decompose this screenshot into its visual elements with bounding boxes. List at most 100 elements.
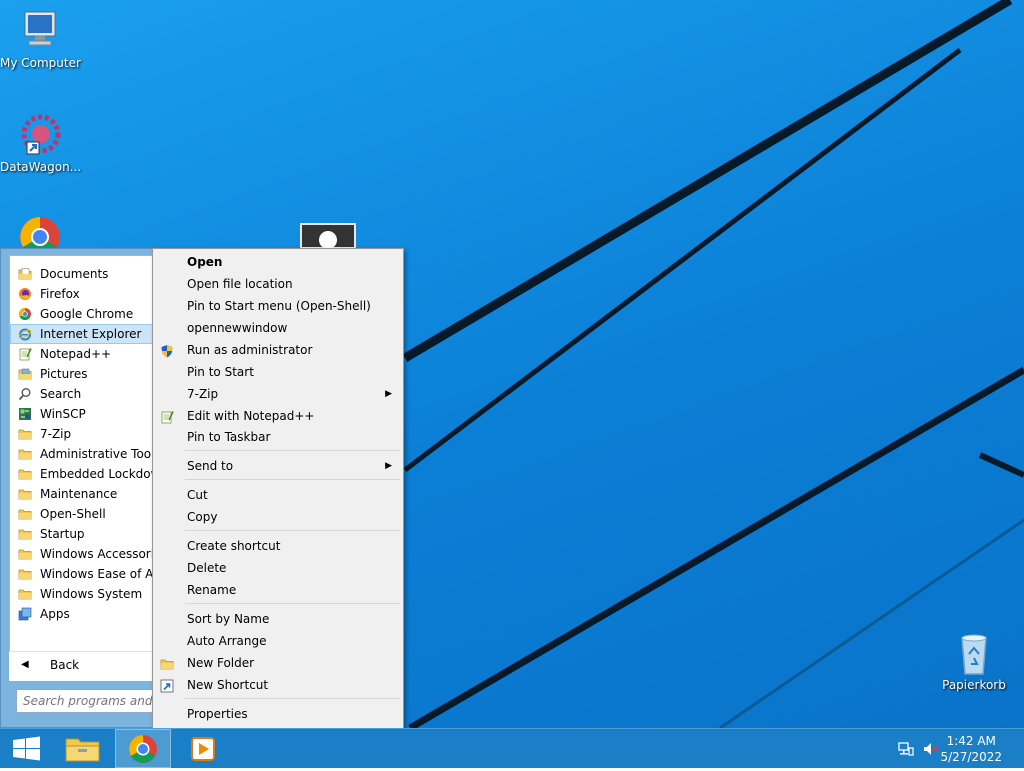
start-menu-item[interactable]: Firefox [10,284,154,304]
context-menu-item-label: Auto Arrange [187,634,267,648]
back-button[interactable]: ◀ Back [9,651,155,681]
context-menu-item-label: Open file location [187,277,293,291]
context-menu-item-label: Create shortcut [187,539,281,553]
start-menu-item-label: Embedded Lockdown [40,467,154,481]
start-menu-item[interactable]: Administrative Tools [10,444,154,464]
file-explorer-button[interactable] [56,729,110,768]
context-menu-item-label: New Folder [187,656,255,670]
context-menu-item-edit-with-notepad[interactable]: Edit with Notepad++ [156,405,400,427]
folder-icon [18,527,32,541]
back-label: Back [50,658,80,672]
context-menu-item-open-file-location[interactable]: Open file location [156,273,400,295]
context-menu-item-new-shortcut[interactable]: New Shortcut [156,674,400,696]
start-menu-item[interactable]: Windows Ease of Acc [10,564,154,584]
desktop-icon-recycle-bin[interactable]: Papierkorb [934,630,1014,692]
start-menu-item-label: Startup [40,527,85,541]
context-menu-separator [185,603,400,604]
context-menu-separator [185,530,400,531]
context-menu-item-open[interactable]: Open [156,251,400,273]
media-player-icon [191,737,215,761]
start-button[interactable] [0,729,54,768]
file-explorer-icon [65,738,100,762]
context-menu-separator [185,450,400,451]
start-menu-item[interactable]: Windows System [10,584,154,604]
folder-icon [18,447,32,461]
firefox-icon [18,287,32,301]
desktop-icon-datawagon[interactable]: DataWagon... [0,112,81,174]
start-menu-item[interactable]: Pictures [10,364,154,384]
start-menu-item[interactable]: Open-Shell [10,504,154,524]
desktop-icon-hidden[interactable] [300,223,356,249]
folder-icon [18,547,32,561]
context-menu-item-pin-to-start-menu-open-shell[interactable]: Pin to Start menu (Open-Shell) [156,295,400,317]
start-menu-item-label: Firefox [40,287,80,301]
ie-icon [18,327,32,341]
clock-date: 5/27/2022 [940,750,1002,764]
start-menu-item-label: Pictures [40,367,88,381]
context-menu-item-cut[interactable]: Cut [156,484,400,506]
desktop-icon-label: Papierkorb [942,678,1006,692]
notepadpp-icon [18,347,32,361]
context-menu-item-properties[interactable]: Properties [156,703,400,725]
documents-icon [18,267,32,281]
start-menu-item[interactable]: Windows Accessories [10,544,154,564]
volume-muted-icon[interactable] [922,741,938,757]
start-menu-item[interactable]: Apps [10,604,154,624]
start-menu-item[interactable]: 7-Zip [10,424,154,444]
start-menu: Documents Firefox Google Chrome Internet Ex… [0,248,156,728]
context-menu-item-label: Delete [187,561,227,575]
context-menu-item-label: Properties [187,707,248,721]
context-menu-item-7-zip[interactable]: 7-Zip ▶ [156,383,400,405]
start-menu-item[interactable]: Documents [10,264,154,284]
start-menu-item-label: Documents [40,267,109,281]
taskbar-clock[interactable]: 1:42 AM 5/27/2022 [940,733,1002,765]
context-menu-item-auto-arrange[interactable]: Auto Arrange [156,630,400,652]
context-menu-item-pin-to-taskbar[interactable]: Pin to Taskbar [156,426,400,448]
context-menu-item-label: Edit with Notepad++ [187,409,315,423]
desktop-icon-my-computer[interactable]: My Computer [0,8,81,70]
context-menu-item-copy[interactable]: Copy [156,506,400,528]
start-menu-item-label: Search [40,387,82,401]
context-menu-item-label: Copy [187,510,218,524]
start-menu-item-label: Administrative Tools [40,447,155,461]
media-player-button[interactable] [176,729,230,768]
start-menu-item-label: Internet Explorer [40,327,142,341]
context-menu-item-label: Pin to Taskbar [187,430,271,444]
context-menu-item-create-shortcut[interactable]: Create shortcut [156,535,400,557]
context-menu-item-send-to[interactable]: Send to ▶ [156,455,400,477]
context-menu-item-pin-to-start[interactable]: Pin to Start [156,361,400,383]
pictures-icon [18,367,32,381]
context-menu-item-sort-by-name[interactable]: Sort by Name [156,608,400,630]
context-menu-item-opennewwindow[interactable]: opennewwindow [156,317,400,339]
context-menu-item-rename[interactable]: Rename [156,579,400,601]
start-menu-item[interactable]: Startup [10,524,154,544]
context-menu-item-label: Send to [187,459,234,473]
computer-icon [17,8,63,54]
context-menu: Open Open file location Pin to Start menu … [152,248,404,729]
search-icon [18,387,32,401]
start-menu-item-label: Google Chrome [40,307,134,321]
start-menu-item[interactable]: Maintenance [10,484,154,504]
start-menu-item-label: Maintenance [40,487,118,501]
start-menu-item[interactable]: Google Chrome [10,304,154,324]
folder-icon [18,507,32,521]
start-menu-item[interactable]: Embedded Lockdown [10,464,154,484]
context-menu-item-delete[interactable]: Delete [156,557,400,579]
network-icon[interactable] [898,741,914,757]
context-menu-item-label: 7-Zip [187,387,219,401]
start-menu-item[interactable]: WinSCP [10,404,154,424]
start-menu-program-list: Documents Firefox Google Chrome Internet Ex… [9,255,155,673]
context-menu-item-label: New Shortcut [187,678,269,692]
start-menu-item[interactable]: Search [10,384,154,404]
context-menu-item-label: Pin to Start menu (Open-Shell) [187,299,371,313]
context-menu-item-label: opennewwindow [187,321,288,335]
recycle-bin-icon [951,630,997,676]
context-menu-item-run-as-administrator[interactable]: Run as administrator [156,339,400,361]
context-menu-item-label: Pin to Start [187,365,254,379]
chrome-taskbar-button[interactable] [115,729,171,768]
start-menu-item[interactable]: Internet Explorer [10,324,154,344]
start-search-input[interactable] [16,689,156,713]
clock-time: 1:42 AM [946,734,996,748]
context-menu-item-new-folder[interactable]: New Folder [156,652,400,674]
start-menu-item[interactable]: Notepad++ [10,344,154,364]
